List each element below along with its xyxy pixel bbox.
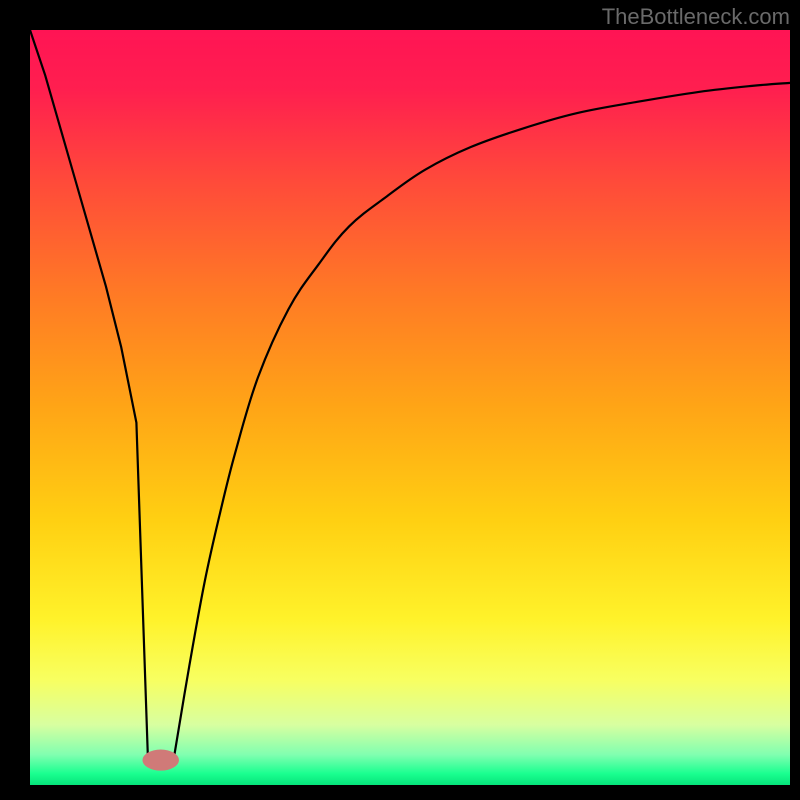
chart-svg [0,0,800,800]
chart-container: TheBottleneck.com [0,0,800,800]
watermark-text: TheBottleneck.com [602,4,790,30]
vertex-marker [142,750,178,771]
